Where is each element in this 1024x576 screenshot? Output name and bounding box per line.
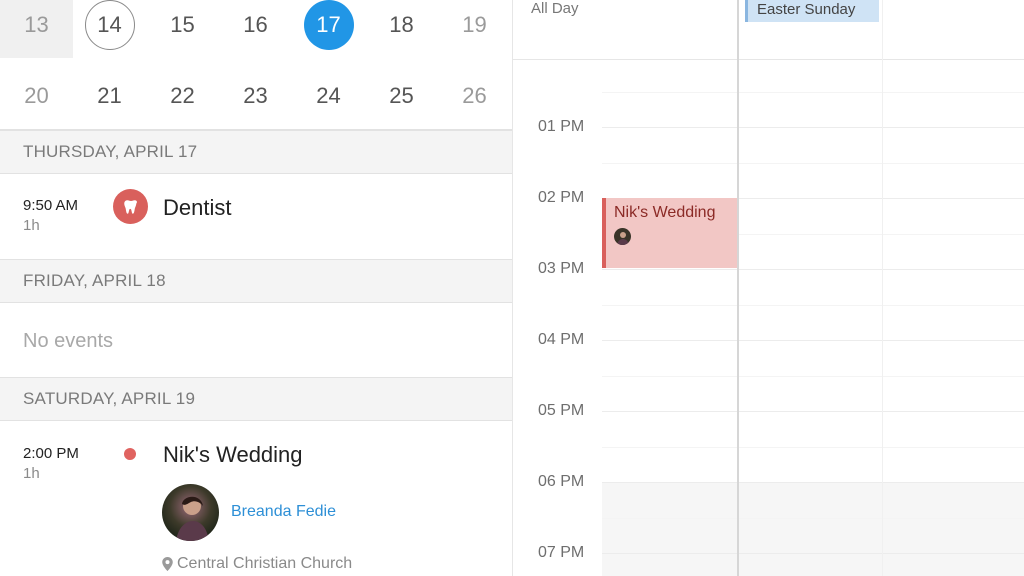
hour-label: 03 PM [538,260,585,277]
event-color-dot [124,448,136,460]
hour-line [602,340,1024,341]
calendar-day-20[interactable]: 20 [0,62,73,129]
event-duration: 1h [23,217,40,234]
attendee-name[interactable]: Breanda Fedie [231,503,336,521]
day-number: 23 [243,82,268,108]
day-number: 15 [170,12,195,37]
calendar-day-19[interactable]: 19 [438,0,511,58]
hour-label: 05 PM [538,402,585,419]
day-number: 25 [389,82,414,108]
hour-line [602,482,1024,483]
day-number: 20 [24,82,49,108]
day-view-pane: All Day Easter Sunday 01 PM 02 PM 03 PM 04 … [512,0,1024,576]
half-hour-line [602,92,1024,93]
calendar-day-22[interactable]: 22 [146,62,219,129]
hour-line [602,411,1024,412]
calendar-day-23[interactable]: 23 [219,62,292,129]
column-separator [737,0,739,576]
day-number: 13 [24,12,49,37]
day-number: 17 [303,0,354,50]
evening-shade [602,482,1024,576]
pane-divider [512,0,513,576]
all-day-event[interactable]: Easter Sunday [745,0,879,22]
day-number: 18 [389,12,414,37]
half-hour-line [602,305,1024,306]
event-title: Dentist [163,195,232,220]
day-event-title: Nik's Wedding [614,204,716,221]
calendar-day-24[interactable]: 24 [292,62,365,129]
hour-line [602,269,1024,270]
day-number: 19 [462,12,487,37]
hour-label: 02 PM [538,189,585,206]
calendar-day-15[interactable]: 15 [146,0,219,58]
day-event-wedding[interactable]: Nik's Wedding [602,198,737,268]
day-header-saturday: SATURDAY, APRIL 19 [0,377,512,421]
day-number: 26 [462,82,487,108]
day-number: 16 [243,12,268,37]
column-separator [882,0,883,576]
event-wedding[interactable]: 2:00 PM 1h Nik's Wedding Breanda Fedie C… [0,421,512,576]
calendar-day-21[interactable]: 21 [73,62,146,129]
calendar-day-18[interactable]: 18 [365,0,438,58]
attendee-avatar[interactable] [162,484,219,541]
hour-label: 06 PM [538,473,585,490]
half-hour-line [602,447,1024,448]
hour-line [602,127,1024,128]
event-duration: 1h [23,465,40,482]
empty-day-row: No events [0,303,512,378]
event-time: 9:50 AM [23,197,79,214]
half-hour-line [602,376,1024,377]
day-number: 24 [316,82,341,108]
location-text: Central Christian Church [177,555,353,572]
hour-label: 07 PM [538,544,585,561]
attendee-avatar-small [614,228,631,245]
calendar-day-26[interactable]: 26 [438,62,511,129]
day-number: 21 [97,82,122,108]
week-row-2: 20 21 22 23 24 25 26 [0,62,512,130]
day-header-friday: FRIDAY, APRIL 18 [0,259,512,303]
event-dentist[interactable]: 9:50 AM 1h Dentist [0,174,512,260]
event-time: 2:00 PM [23,445,79,462]
day-number: 14 [84,0,135,50]
calendar-day-13[interactable]: 13 [0,0,73,58]
agenda-pane: 13 14 15 16 17 18 19 20 21 22 23 24 25 26 THURSDAY, … [0,0,512,576]
tooth-icon [113,189,148,224]
calendar-day-17[interactable]: 17 [292,0,365,58]
event-title: Nik's Wedding [163,442,303,467]
calendar-day-16[interactable]: 16 [219,0,292,58]
week-row-1: 13 14 15 16 17 18 19 [0,0,512,58]
all-day-label: All Day [531,0,579,17]
location-pin-icon [162,557,173,571]
day-header-thursday: THURSDAY, APRIL 17 [0,130,512,174]
no-events-text: No events [23,330,114,352]
hour-label: 04 PM [538,331,585,348]
hour-line [602,553,1024,554]
day-number: 22 [170,82,195,108]
half-hour-line [602,518,1024,519]
hour-label: 01 PM [538,118,585,135]
calendar-day-14[interactable]: 14 [73,0,146,58]
calendar-day-25[interactable]: 25 [365,62,438,129]
half-hour-line [602,163,1024,164]
event-location: Central Christian Church [162,555,352,573]
